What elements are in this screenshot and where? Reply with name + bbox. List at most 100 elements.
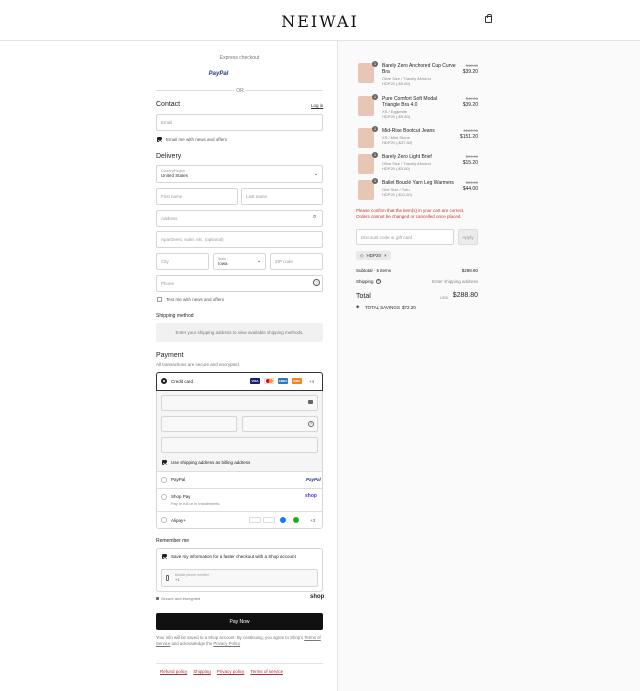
- email-news-checkbox[interactable]: [157, 137, 162, 142]
- product-discount-code: HDP20 (-$9.80): [382, 81, 411, 86]
- apply-button[interactable]: Apply: [458, 229, 478, 245]
- amex-text: AMEX: [278, 379, 288, 383]
- address-placeholder: Address: [161, 216, 178, 221]
- country-select[interactable]: Country/Region United States: [156, 165, 323, 183]
- secure-label: Secure and encrypted: [161, 596, 201, 601]
- payment-divider-3: [157, 511, 322, 512]
- original-price: $49.00: [465, 63, 478, 68]
- text-news-checkbox[interactable]: [157, 297, 162, 302]
- footer-divider: [156, 663, 323, 664]
- name-on-card-field[interactable]: [161, 437, 318, 453]
- alipay-label: Alipay+: [171, 518, 186, 523]
- chevron-down-icon: ⌄: [314, 171, 319, 177]
- state-chevron-icon: ⌄: [257, 258, 262, 264]
- quantity-badge: 1: [372, 94, 378, 100]
- pay-now-button[interactable]: Pay Now: [156, 613, 323, 630]
- paypal-label: PayPal: [171, 477, 186, 482]
- paypal-logo-icon: PayPal: [306, 477, 321, 482]
- discount-field[interactable]: Discount code or gift card: [356, 229, 454, 245]
- shop-privacy-link[interactable]: Privacy Policy: [213, 641, 240, 646]
- last-name-placeholder: Last name: [246, 194, 268, 199]
- apartment-field[interactable]: Apartment, suite, etc. (optional): [156, 231, 323, 248]
- shop-pay-radio[interactable]: [161, 494, 167, 500]
- mastercard-icon: [264, 378, 274, 384]
- shipping-method-placeholder: Enter your shipping address to view avai…: [156, 323, 323, 342]
- shop-logo-icon: shop: [305, 493, 317, 499]
- apply-label: Apply: [462, 234, 474, 240]
- first-name-field[interactable]: First name: [156, 188, 238, 205]
- billing-checkbox[interactable]: [162, 460, 167, 465]
- privacy-policy-link[interactable]: Privacy policy: [217, 669, 245, 674]
- google-pay-express-button[interactable]: G Pay: [242, 66, 281, 81]
- security-code-field[interactable]: [242, 416, 318, 432]
- wallet-icon-2: [263, 517, 275, 523]
- remove-discount-icon[interactable]: ×: [384, 253, 387, 258]
- footer-links: Refund policy Shipping Privacy policy Te…: [160, 669, 283, 674]
- column-divider: [337, 41, 338, 691]
- sale-price: $15.20: [462, 160, 478, 166]
- address-field[interactable]: Address: [156, 210, 323, 227]
- wallet-icon-1: [249, 517, 261, 523]
- phone-field[interactable]: Phone: [156, 275, 323, 292]
- original-price: $189.00: [463, 128, 478, 133]
- paypal-express-button[interactable]: PayPal: [199, 66, 238, 81]
- original-price: $55.00: [465, 180, 478, 185]
- shop-pay-label: shop: [168, 70, 183, 77]
- credit-card-radio[interactable]: [161, 378, 167, 384]
- quantity-badge: 1: [372, 152, 378, 158]
- original-price: $19.00: [465, 154, 478, 159]
- refund-policy-link[interactable]: Refund policy: [160, 669, 187, 674]
- currency-label: USD: [440, 295, 449, 300]
- last-name-field[interactable]: Last name: [241, 188, 323, 205]
- login-link[interactable]: Log in: [311, 103, 323, 108]
- billing-label: Use shipping address as billing address: [171, 460, 251, 465]
- contact-heading: Contact: [156, 101, 181, 108]
- zip-field[interactable]: ZIP code: [270, 253, 323, 270]
- discount-placeholder: Discount code or gift card: [361, 234, 413, 240]
- quantity-badge: 1: [372, 61, 378, 67]
- brand-logo[interactable]: NEIWAI: [0, 12, 640, 31]
- phone-placeholder: Phone: [161, 281, 175, 286]
- shopping-bag-icon[interactable]: [485, 14, 492, 23]
- header: NEIWAI: [0, 0, 640, 41]
- pay-now-label: Pay Now: [229, 618, 250, 625]
- shop-pay-express-button[interactable]: shop: [156, 66, 195, 81]
- alipay-radio[interactable]: [161, 517, 167, 523]
- lock-icon: [308, 400, 313, 404]
- terms-of-service-link[interactable]: Terms of service: [250, 669, 283, 674]
- sale-price: $39.20: [462, 102, 478, 108]
- help-icon[interactable]: ?: [313, 279, 320, 286]
- savings-tag-icon: ◈: [356, 304, 360, 309]
- express-checkout-label: Express checkout: [219, 55, 260, 61]
- amex-icon: AMEX: [278, 378, 288, 384]
- cvv-help-icon[interactable]: ?: [308, 421, 314, 427]
- cart-item: 1 Mid-Rise Bootcut Jeans XS / Mint Stone…: [356, 126, 478, 150]
- shop-pay-label: Shop Pay: [171, 494, 191, 499]
- original-price: $49.00: [465, 96, 478, 101]
- payment-heading: Payment: [156, 352, 184, 359]
- email-field[interactable]: Email: [156, 114, 323, 131]
- alipay-more-label: +3: [310, 518, 316, 523]
- legal-and: and acknowledge the: [171, 641, 213, 646]
- card-number-field[interactable]: [161, 395, 318, 411]
- venmo-express-button[interactable]: venmo: [285, 66, 324, 81]
- delivery-heading: Delivery: [156, 153, 182, 160]
- legal-line: Your info will be saved to a Shop accoun…: [156, 635, 304, 640]
- cart-item: 1 Barely Zero Anchored Cup Curve Bra Oli…: [356, 61, 478, 86]
- product-thumbnail: [358, 154, 374, 174]
- cart-item: 1 Ballet Bouclé Yarn Leg Warmers One Siz…: [356, 178, 478, 202]
- shipping-link[interactable]: Shipping: [193, 669, 211, 674]
- cart-item: 1 Pure Comfort Soft Modal Triangle Bra 4…: [356, 94, 478, 119]
- mobile-value: +1: [175, 577, 180, 582]
- payment-divider-2: [157, 488, 322, 489]
- paypal-radio[interactable]: [161, 477, 167, 483]
- shipping-help-icon[interactable]: ?: [376, 279, 381, 284]
- sale-price: $151.20: [459, 134, 478, 140]
- mobile-icon: [166, 575, 169, 581]
- first-name-placeholder: First name: [161, 194, 183, 199]
- save-info-checkbox[interactable]: [162, 554, 167, 559]
- expiration-field[interactable]: [161, 416, 237, 432]
- apartment-placeholder: Apartment, suite, etc. (optional): [161, 237, 224, 242]
- mobile-phone-field[interactable]: Mobile phone number +1: [161, 569, 318, 587]
- city-field[interactable]: City: [156, 253, 209, 270]
